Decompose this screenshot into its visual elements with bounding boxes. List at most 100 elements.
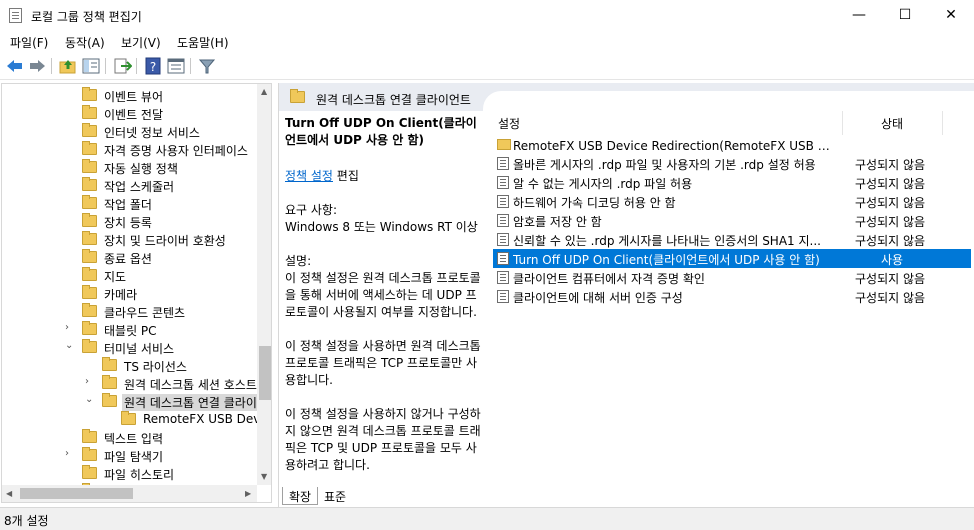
edit-policy-link[interactable]: 정책 설정 [285, 169, 333, 183]
tree-item-label: 이벤트 뷰어 [104, 90, 164, 104]
tree-item-label: 인터넷 정보 서비스 [104, 126, 200, 140]
setting-name: 올바른 게시자의 .rdp 파일 및 사용자의 기본 .rdp 설정 허용 [513, 158, 816, 172]
tab-extended[interactable]: 확장 [282, 487, 319, 505]
folder-icon [497, 139, 511, 150]
details-header: 원격 데스크톱 연결 클라이언트 [279, 83, 974, 111]
toolbar-separator [190, 58, 191, 74]
minimize-button[interactable]: — [836, 0, 882, 31]
tree-expander-icon[interactable]: › [65, 448, 75, 459]
policy-icon [497, 252, 509, 265]
back-icon[interactable] [5, 57, 25, 75]
setting-row[interactable]: 하드웨어 가속 디코딩 허용 안 함 구성되지 않음 [493, 192, 971, 211]
folder-icon [82, 231, 97, 245]
scroll-up-arrow[interactable]: ▲ [261, 87, 267, 96]
scroll-left-arrow[interactable]: ◀ [6, 489, 12, 498]
show-hide-tree-icon[interactable] [81, 57, 101, 75]
tree-horizontal-scrollbar[interactable]: ◀ ▶ [2, 485, 257, 502]
folder-icon [102, 393, 117, 407]
menu-view[interactable]: 보기(V) [121, 34, 161, 51]
help-icon[interactable]: ? [143, 57, 163, 75]
tree-expander-icon[interactable]: ⌄ [65, 340, 75, 351]
title-bar: 로컬 그룹 정책 편집기 — ☐ ✕ [0, 0, 974, 31]
maximize-button[interactable]: ☐ [882, 0, 928, 31]
tree-item-label: 텍스트 입력 [104, 432, 164, 446]
tree-expander-icon[interactable]: ⌄ [85, 394, 95, 405]
folder-icon [82, 105, 97, 119]
setting-name: RemoteFX USB Device Redirection(RemoteFX… [513, 139, 839, 153]
header-title: 원격 데스크톱 연결 클라이언트 [316, 93, 471, 107]
folder-icon [82, 249, 97, 263]
view-tabs: 확장 표준 [278, 487, 478, 507]
tree-vertical-scroll-thumb[interactable] [259, 346, 271, 400]
setting-row[interactable]: 클라이언트에 대해 서버 인증 구성 구성되지 않음 [493, 287, 971, 306]
setting-row[interactable]: RemoteFX USB Device Redirection(RemoteFX… [493, 135, 971, 154]
folder-icon [82, 429, 97, 443]
export-list-icon[interactable] [112, 57, 133, 75]
tree-item-label: 장치 등록 [104, 216, 152, 230]
policy-title: Turn Off UDP On Client(클라이언트에서 UDP 사용 안 … [285, 116, 477, 147]
setting-row[interactable]: 클라이언트 컴퓨터에서 자격 증명 확인 구성되지 않음 [493, 268, 971, 287]
policy-icon [497, 195, 509, 208]
app-icon [9, 8, 22, 23]
folder-icon [82, 123, 97, 137]
edit-suffix: 편집 [332, 169, 359, 183]
column-header-setting-label: 설정 [498, 117, 521, 131]
menu-action[interactable]: 동작(A) [65, 34, 105, 51]
properties-icon[interactable] [166, 57, 186, 75]
folder-icon [290, 89, 305, 103]
tree-item-label: 터미널 서비스 [104, 342, 175, 356]
folder-icon [82, 465, 97, 479]
folder-icon [82, 339, 97, 353]
policy-icon [497, 271, 509, 284]
menu-file[interactable]: 파일(F) [10, 34, 48, 51]
status-bar: 8개 설정 [0, 507, 974, 530]
scroll-down-arrow[interactable]: ▼ [261, 472, 267, 481]
policy-icon [497, 290, 509, 303]
filter-icon[interactable] [197, 57, 217, 75]
toolbar-separator [105, 58, 106, 74]
column-header-state-label: 상태 [881, 117, 904, 131]
forward-icon[interactable] [27, 57, 47, 75]
folder-icon [82, 177, 97, 191]
tree-expander-icon[interactable]: › [65, 322, 75, 333]
tree-vertical-scrollbar[interactable]: ▲ ▼ [257, 84, 271, 485]
setting-state: 구성되지 않음 [855, 234, 926, 248]
menu-help[interactable]: 도움말(H) [177, 34, 229, 51]
setting-state: 사용 [881, 253, 904, 267]
setting-row[interactable]: 알 수 없는 게시자의 .rdp 파일 허용 구성되지 않음 [493, 173, 971, 192]
tree-item-label: 파일 탐색기 [104, 450, 164, 464]
scroll-right-arrow[interactable]: ▶ [245, 489, 251, 498]
close-button[interactable]: ✕ [928, 0, 974, 31]
setting-state: 구성되지 않음 [855, 215, 926, 229]
tree-expander-icon[interactable]: › [85, 376, 95, 387]
setting-row[interactable]: Turn Off UDP On Client(클라이언트에서 UDP 사용 안 … [493, 249, 971, 268]
setting-state: 구성되지 않음 [855, 272, 926, 286]
up-folder-icon[interactable] [58, 57, 78, 75]
setting-row[interactable]: 올바른 게시자의 .rdp 파일 및 사용자의 기본 .rdp 설정 허용 구성되… [493, 154, 971, 173]
description-panel: Turn Off UDP On Client(클라이언트에서 UDP 사용 안 … [285, 115, 487, 474]
folder-icon [82, 447, 97, 461]
column-header-setting[interactable]: 설정 [493, 111, 843, 135]
description-label: 설명: [285, 254, 312, 268]
policy-icon [497, 233, 509, 246]
description-paragraph-3: 이 정책 설정을 사용하지 않거나 구성하지 않으면 원격 데스크톱 프로토콜 … [285, 407, 481, 472]
tree-item-label: 작업 폴더 [104, 198, 152, 212]
column-header-state[interactable]: 상태 [843, 111, 943, 135]
setting-row[interactable]: 암호를 저장 안 함 구성되지 않음 [493, 211, 971, 230]
details-pane: 원격 데스크톱 연결 클라이언트 Turn Off UDP On Client(… [278, 83, 974, 507]
setting-state: 구성되지 않음 [855, 291, 926, 305]
tab-standard[interactable]: 표준 [318, 487, 352, 505]
tree-item-label: 자격 증명 사용자 인터페이스 [104, 144, 248, 158]
setting-name: 클라이언트 컴퓨터에서 자격 증명 확인 [513, 272, 705, 286]
tree-item-label: TS 라이선스 [124, 360, 187, 374]
setting-state: 구성되지 않음 [855, 196, 926, 210]
tree-pane[interactable]: 이벤트 뷰어 이벤트 전달 인터넷 정보 서비스 자격 증명 사용자 인터페이스 자동 … [1, 83, 272, 503]
setting-row[interactable]: 신뢰할 수 있는 .rdp 게시자를 나타내는 인증서의 SHA1 지... 구성… [493, 230, 971, 249]
setting-state: 구성되지 않음 [855, 177, 926, 191]
setting-name: 하드웨어 가속 디코딩 허용 안 함 [513, 196, 676, 210]
tree-horizontal-scroll-thumb[interactable] [20, 488, 133, 499]
setting-name: 클라이언트에 대해 서버 인증 구성 [513, 291, 683, 305]
setting-state: 구성되지 않음 [855, 158, 926, 172]
folder-icon [82, 321, 97, 335]
tree-item-label: 클라우드 콘텐츠 [104, 306, 186, 320]
